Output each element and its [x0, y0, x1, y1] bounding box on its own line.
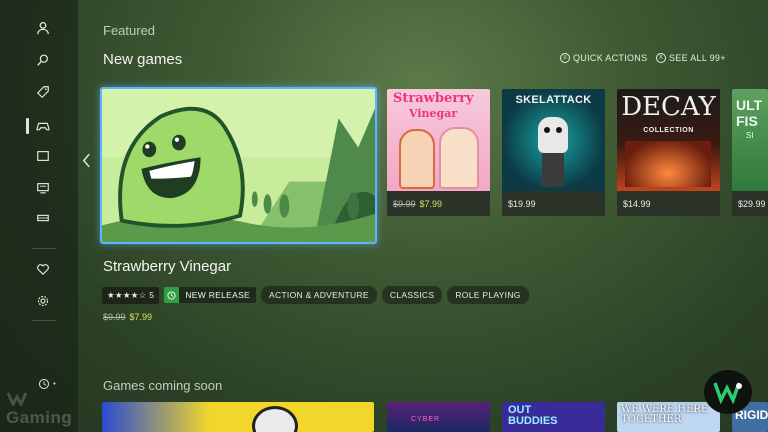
- rating-stars: ★★★★☆: [107, 289, 147, 300]
- search-icon[interactable]: [32, 49, 54, 71]
- card-art-title: DECAY: [621, 92, 716, 122]
- view-icon: X: [656, 53, 666, 63]
- featured-sale-price: $7.99: [129, 312, 153, 322]
- quick-actions-button[interactable]: ≡ QUICK ACTIONS: [560, 53, 647, 63]
- sidebar: • Gaming: [0, 0, 78, 432]
- card-art-subtitle: COLLECTION: [643, 127, 694, 134]
- coming-soon-art-4: WE WERE HERE TOGETHER: [621, 404, 709, 425]
- card-art-subtitle: Vinegar: [409, 107, 458, 120]
- featured-price: $9.99 $7.99: [103, 312, 152, 322]
- heart-icon[interactable]: [32, 258, 54, 280]
- tag-classics[interactable]: CLASSICS: [381, 286, 443, 304]
- clock-icon: [164, 287, 180, 303]
- new-games-title: New games: [103, 51, 183, 68]
- recent-badge: •: [53, 380, 56, 388]
- coming-soon-art-2: CYBER: [411, 416, 441, 423]
- active-indicator: [26, 118, 29, 134]
- card-sale-price: $29.99: [738, 198, 766, 209]
- rating-badge: ★★★★☆ 5: [102, 286, 160, 304]
- watermark-text: Gaming: [6, 408, 73, 427]
- game-card-strawberry-vinegar[interactable]: Strawberry Vinegar $9.99 $7.99: [387, 89, 490, 216]
- tag-action-adventure[interactable]: ACTION & ADVENTURE: [261, 286, 377, 304]
- card-art: ULT FIS SI: [732, 89, 768, 191]
- card-price: $9.99 $7.99: [387, 191, 490, 216]
- card-art-title: Strawberry: [393, 91, 474, 106]
- card-sale-price: $14.99: [623, 198, 651, 209]
- game-card-skelattack[interactable]: SKELATTACK $19.99: [502, 89, 605, 216]
- see-all-label: SEE ALL 99+: [669, 53, 726, 63]
- card-art-title: SKELATTACK: [515, 94, 592, 106]
- monitor-icon[interactable]: [32, 177, 54, 199]
- see-all-button[interactable]: X SEE ALL 99+: [656, 53, 726, 63]
- gear-icon[interactable]: [32, 290, 54, 312]
- featured-game-title: Strawberry Vinegar: [103, 258, 232, 275]
- card-sale-price: $19.99: [508, 198, 536, 209]
- controller-icon[interactable]: [32, 115, 54, 137]
- watermark-logo: [6, 392, 28, 406]
- card-art-subtitle-2: SI: [746, 131, 754, 140]
- sidebar-divider-bottom: [32, 320, 56, 321]
- featured-game-tile[interactable]: [100, 87, 377, 244]
- card-price: $14.99: [617, 191, 720, 216]
- game-card-decay[interactable]: DECAY COLLECTION $14.99: [617, 89, 720, 216]
- coming-soon-art-3: OUT BUDDIES: [508, 404, 558, 427]
- rating-count: 5: [149, 289, 155, 300]
- featured-art: [102, 89, 375, 242]
- featured-tags: ★★★★☆ 5 NEW RELEASE ACTION & ADVENTURE C…: [102, 286, 529, 304]
- new-release-badge: NEW RELEASE: [164, 287, 257, 303]
- chevron-left-icon: [82, 153, 90, 167]
- section-label: Featured: [103, 23, 156, 38]
- menu-icon: ≡: [560, 53, 570, 63]
- new-release-label: NEW RELEASE: [185, 290, 251, 300]
- coming-soon-tile-1[interactable]: [102, 402, 374, 432]
- coming-soon-tile-4[interactable]: WE WERE HERE TOGETHER: [617, 402, 720, 432]
- card-original-price: $9.99: [393, 198, 416, 209]
- card-price: $29.99: [732, 191, 768, 216]
- card-price: $19.99: [502, 191, 605, 216]
- coming-soon-tile-3[interactable]: OUT BUDDIES: [502, 402, 605, 432]
- sidebar-divider: [32, 248, 56, 249]
- coming-soon-title: Games coming soon: [103, 378, 223, 393]
- card-art-title: ULT: [736, 97, 763, 113]
- coming-soon-tile-2[interactable]: CYBER: [387, 402, 490, 432]
- quick-actions-label: QUICK ACTIONS: [573, 53, 648, 63]
- profile-icon[interactable]: [32, 17, 54, 39]
- card-art: Strawberry Vinegar: [387, 89, 490, 191]
- card-icon[interactable]: [32, 207, 54, 229]
- scroll-left-button[interactable]: [78, 150, 94, 170]
- card-art: SKELATTACK: [502, 89, 605, 191]
- corner-logo-icon: [704, 370, 752, 414]
- tag-icon[interactable]: [32, 81, 54, 103]
- tablet-icon[interactable]: [32, 145, 54, 167]
- card-sale-price: $7.99: [419, 198, 443, 209]
- featured-original-price: $9.99: [103, 312, 126, 322]
- tag-role-playing[interactable]: ROLE PLAYING: [447, 286, 529, 304]
- card-art: DECAY COLLECTION: [617, 89, 720, 191]
- game-card-ultra-fishing[interactable]: ULT FIS SI $29.99: [732, 89, 768, 216]
- card-art-subtitle: FIS: [736, 113, 758, 129]
